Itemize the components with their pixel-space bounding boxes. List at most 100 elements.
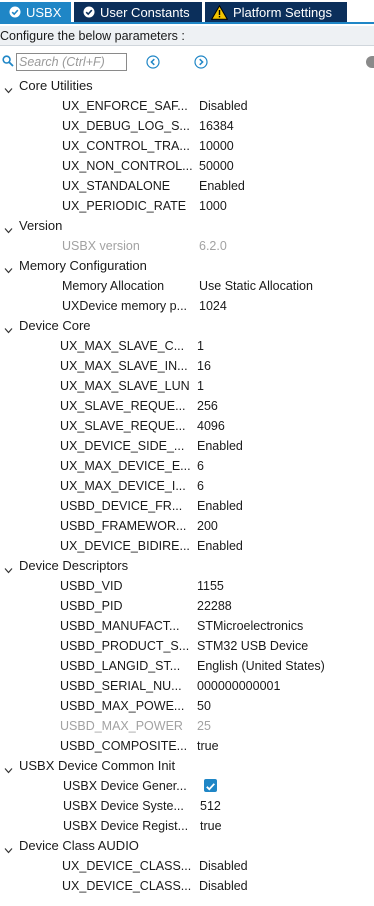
param-row[interactable]: UX_NON_CONTROL... 50000 [0,156,374,176]
param-value[interactable]: true [200,816,222,836]
param-row[interactable]: UX_PERIODIC_RATE 1000 [0,196,374,216]
tab-user-constants[interactable]: User Constants [74,2,202,22]
group-device-core[interactable]: Device Core [0,316,374,336]
param-row[interactable]: UX_ENFORCE_SAF... Disabled [0,96,374,116]
param-value[interactable]: 6 [197,476,204,496]
param-row-disabled: USBD_MAX_POWER 25 [0,716,374,736]
param-name: UX_DEVICE_CLASS... [62,859,192,873]
chevron-down-icon [4,561,13,574]
param-row[interactable]: UX_SLAVE_REQUE... 4096 [0,416,374,436]
param-row[interactable]: USBD_SERIAL_NU... 000000000001 [0,676,374,696]
param-value[interactable]: STM32 USB Device [197,636,308,656]
param-row[interactable]: USBD_MANUFACT... STMicroelectronics [0,616,374,636]
param-value[interactable]: 6 [197,456,204,476]
group-core-utilities[interactable]: Core Utilities [0,76,374,96]
param-value[interactable]: Enabled [197,496,243,516]
param-value[interactable]: 1024 [199,296,227,316]
search-row [0,50,374,74]
param-value[interactable]: Enabled [197,436,243,456]
search-input[interactable] [16,53,127,71]
param-value[interactable]: Disabled [199,96,248,116]
param-value[interactable]: 000000000001 [197,676,280,696]
param-value[interactable]: Use Static Allocation [199,276,313,296]
param-value[interactable]: Disabled [199,856,248,876]
param-value[interactable]: 512 [200,796,221,816]
param-row[interactable]: USBX Device Syste... 512 [0,796,374,816]
param-value[interactable]: Disabled [199,876,248,896]
param-value[interactable]: 50000 [199,156,234,176]
param-row[interactable]: USBD_PID 22288 [0,596,374,616]
param-row[interactable]: Memory Allocation Use Static Allocation [0,276,374,296]
param-row[interactable]: UX_DEVICE_BIDIRE... Enabled [0,536,374,556]
param-row[interactable]: USBD_VID 1155 [0,576,374,596]
tab-usbx[interactable]: USBX [0,2,71,22]
param-name: USBX version [62,239,140,253]
group-memory-configuration[interactable]: Memory Configuration [0,256,374,276]
param-row[interactable]: USBD_COMPOSITE... true [0,736,374,756]
param-value[interactable]: Enabled [199,176,245,196]
tab-user-constants-label: User Constants [100,4,190,20]
param-row[interactable]: UX_STANDALONE Enabled [0,176,374,196]
scrollbar-thumb[interactable] [366,56,374,68]
param-value[interactable]: 200 [197,516,218,536]
param-value[interactable]: 16384 [199,116,234,136]
group-label: Memory Configuration [19,258,147,273]
param-row[interactable]: USBD_FRAMEWOR... 200 [0,516,374,536]
param-row[interactable]: UX_MAX_DEVICE_I... 6 [0,476,374,496]
param-row[interactable]: USBD_DEVICE_FR... Enabled [0,496,374,516]
group-label: Device Descriptors [19,558,129,573]
param-value[interactable]: 4096 [197,416,225,436]
param-row[interactable]: UX_MAX_SLAVE_IN... 16 [0,356,374,376]
param-value[interactable]: 1 [197,336,204,356]
param-row[interactable]: UX_DEBUG_LOG_S... 16384 [0,116,374,136]
param-value[interactable]: 1 [197,376,204,396]
parameter-tree: Core Utilities UX_ENFORCE_SAF... Disabled… [0,76,374,896]
param-value[interactable]: STMicroelectronics [197,616,303,636]
param-row[interactable]: USBD_LANGID_ST... English (United States) [0,656,374,676]
param-name: UX_NON_CONTROL... [62,159,193,173]
param-name: UX_MAX_SLAVE_IN... [60,359,188,373]
param-row[interactable]: UX_CONTROL_TRA... 10000 [0,136,374,156]
param-value[interactable]: 22288 [197,596,232,616]
param-row[interactable]: UXDevice memory p... 1024 [0,296,374,316]
param-row[interactable]: UX_MAX_SLAVE_LUN 1 [0,376,374,396]
param-value[interactable]: Enabled [197,536,243,556]
param-row[interactable]: USBD_PRODUCT_S... STM32 USB Device [0,636,374,656]
search-icon [2,55,14,67]
param-value[interactable]: 1155 [197,576,224,596]
param-row[interactable]: UX_SLAVE_REQUE... 256 [0,396,374,416]
group-usbx-device-common-init[interactable]: USBX Device Common Init [0,756,374,776]
previous-match-button[interactable] [146,55,160,69]
tab-platform-settings[interactable]: Platform Settings [205,2,347,22]
param-row[interactable]: USBD_MAX_POWE... 50 [0,696,374,716]
param-row[interactable]: UX_DEVICE_SIDE_... Enabled [0,436,374,456]
param-row[interactable]: UX_DEVICE_CLASS... Disabled [0,856,374,876]
param-value[interactable]: 10000 [199,136,234,156]
chevron-right-circle-icon [194,55,208,69]
param-name: UXDevice memory p... [62,299,188,313]
param-name: UX_DEVICE_BIDIRE... [60,539,190,553]
param-row[interactable]: UX_MAX_SLAVE_C... 1 [0,336,374,356]
next-match-button[interactable] [194,55,208,69]
param-name: USBX Device Gener... [63,779,187,793]
param-name: USBD_MANUFACT... [60,619,180,633]
param-value[interactable]: 1000 [199,196,227,216]
param-value[interactable]: English (United States) [197,656,325,676]
group-device-class-audio[interactable]: Device Class AUDIO [0,836,374,856]
chevron-down-icon [4,761,13,774]
checkbox-checked-icon[interactable] [204,779,217,792]
param-row[interactable]: UX_DEVICE_CLASS... Disabled [0,876,374,896]
param-value[interactable]: true [197,736,219,756]
param-value[interactable]: 50 [197,696,211,716]
param-row[interactable]: USBX Device Gener... [0,776,374,796]
group-version[interactable]: Version [0,216,374,236]
group-label: Core Utilities [19,78,93,93]
param-value[interactable]: 256 [197,396,218,416]
param-row[interactable]: USBX Device Regist... true [0,816,374,836]
param-name: USBD_MAX_POWE... [60,699,185,713]
param-value[interactable]: 16 [197,356,211,376]
param-row[interactable]: UX_MAX_DEVICE_E... 6 [0,456,374,476]
param-name: USBX Device Syste... [63,799,184,813]
param-name: UX_STANDALONE [62,179,171,193]
group-device-descriptors[interactable]: Device Descriptors [0,556,374,576]
